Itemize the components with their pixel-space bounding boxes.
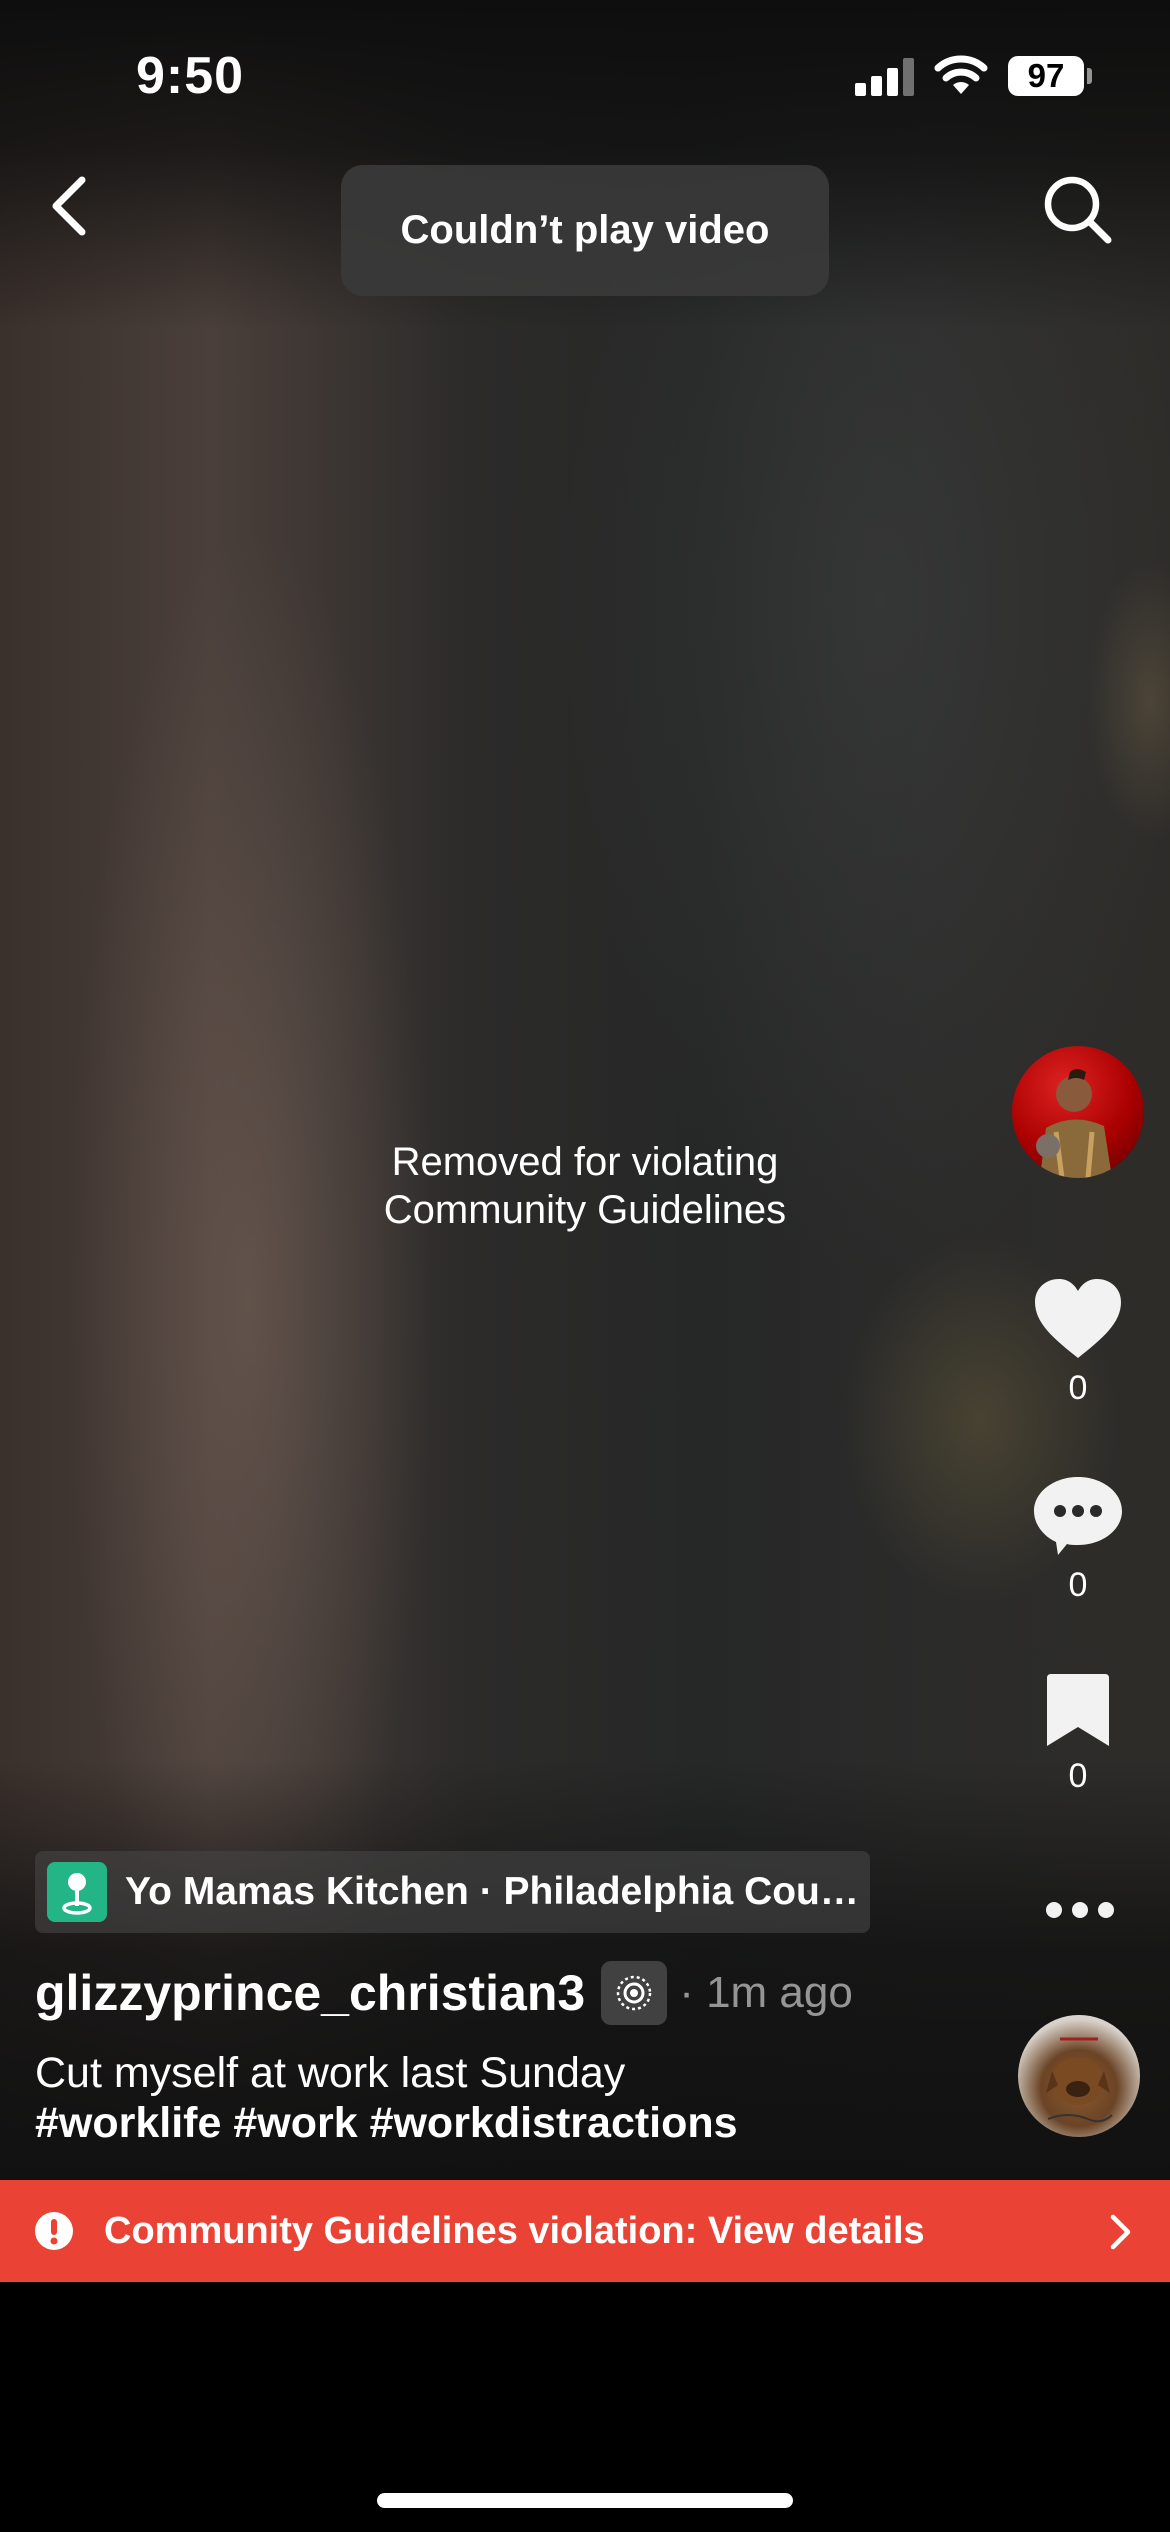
error-toast: Couldn’t play video [341, 165, 829, 296]
battery-nub [1087, 68, 1092, 84]
avatar-image [1036, 1069, 1112, 1178]
hashtags[interactable]: #worklife #work #workdistractions [35, 2098, 995, 2148]
location-chip[interactable]: Yo Mamas Kitchen · Philadelphia Cou… [35, 1851, 870, 1933]
search-icon [1044, 176, 1112, 244]
visibility-icon [601, 1961, 668, 2025]
caption-text: Cut myself at work last Sunday [35, 2049, 626, 2097]
comment-count: 0 [1068, 1566, 1088, 1604]
comment-icon [1034, 1477, 1122, 1555]
cellular-signal-icon [855, 58, 915, 96]
removed-video-message: Removed for violating Community Guidelin… [383, 1140, 787, 1232]
bookmark-icon [1047, 1674, 1109, 1746]
wifi-icon [934, 55, 988, 94]
like-count: 0 [1068, 1369, 1088, 1407]
more-dots-icon [1046, 1902, 1114, 1918]
back-chevron-icon [52, 176, 86, 236]
bookmark-count: 0 [1068, 1757, 1088, 1795]
username[interactable]: glizzyprince_christian3 [35, 1964, 585, 2022]
like-button[interactable]: 0 [1010, 1278, 1146, 1408]
battery-indicator: 97 [1008, 56, 1084, 96]
video-screen: 9:50 97 Couldn’t play video Removed for … [0, 0, 1170, 2532]
author-row: glizzyprince_christian3 · 1m ago [35, 1958, 853, 2028]
more-options-button[interactable] [1040, 1890, 1120, 1930]
comment-button[interactable]: 0 [1010, 1475, 1146, 1605]
bookmark-button[interactable]: 0 [1010, 1672, 1146, 1796]
alert-icon [35, 2212, 73, 2250]
chevron-right-icon [1110, 2214, 1131, 2250]
caption[interactable]: Cut myself at work last Sunday #worklife… [35, 2048, 995, 2148]
post-time: · 1m ago [679, 1968, 853, 2017]
status-bar: 9:50 97 [0, 0, 1170, 150]
location-label: Yo Mamas Kitchen · Philadelphia Cou… [125, 1870, 859, 1913]
search-button[interactable] [1040, 172, 1115, 247]
violation-banner-text: Community Guidelines violation: View det… [104, 2209, 925, 2252]
author-avatar[interactable] [1012, 1046, 1144, 1178]
music-disc[interactable] [1018, 2015, 1140, 2137]
status-time: 9:50 [136, 47, 245, 105]
home-indicator[interactable] [377, 2493, 793, 2508]
music-disc-image [1046, 2037, 1113, 2123]
heart-icon [1035, 1279, 1121, 1358]
location-pin-icon [47, 1862, 107, 1922]
violation-banner[interactable]: Community Guidelines violation: View det… [0, 2180, 1170, 2282]
back-button[interactable] [40, 170, 100, 240]
